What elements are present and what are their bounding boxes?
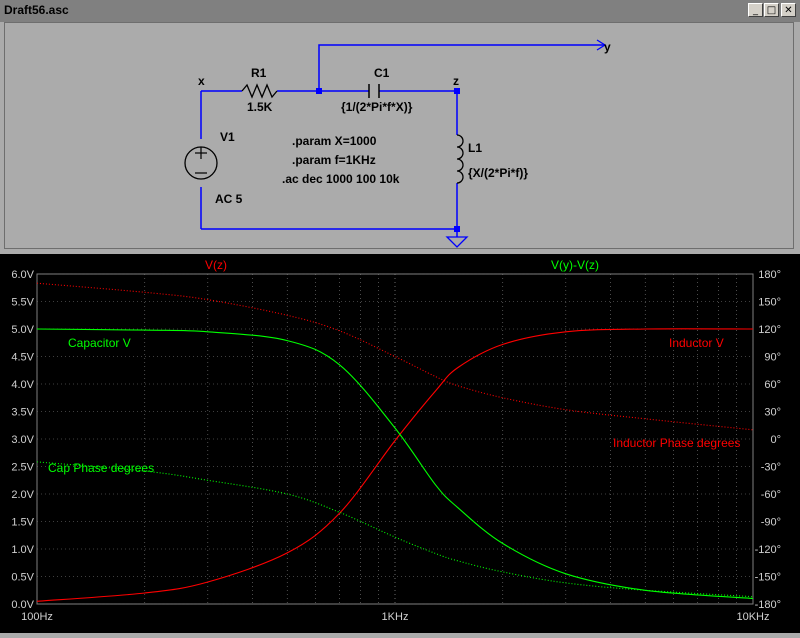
y-tick-label-left: 5.5V (11, 297, 34, 309)
l1-name: L1 (468, 141, 482, 155)
trace-header-vy-vz[interactable]: V(y)-V(z) (551, 258, 599, 272)
inductor-l1[interactable] (456, 134, 464, 184)
y-tick-label-left: 0.0V (11, 599, 34, 611)
net-label-z[interactable]: z (453, 74, 459, 88)
x-tick-label: 10KHz (736, 611, 769, 623)
v1-value[interactable]: AC 5 (215, 192, 243, 206)
y-tick-label-left: 6.0V (11, 269, 34, 281)
y-tick-label-left: 0.5V (11, 572, 34, 584)
y-tick-label-left: 5.0V (11, 324, 34, 336)
y-tick-label-left: 2.0V (11, 489, 34, 501)
annotation-cap-phase: Cap Phase degrees (48, 461, 154, 475)
y-tick-label-right: -90° (761, 517, 781, 529)
schematic-canvas[interactable]: x y z R1 1.5K C1 {1/(2*Pi*f*X)} L1 {X/(2… (5, 23, 795, 250)
y-tick-label-left: 4.5V (11, 352, 34, 364)
resistor-r1[interactable] (241, 83, 278, 99)
trace-header-vz[interactable]: V(z) (205, 258, 227, 272)
directive-param-f[interactable]: .param f=1KHz (292, 153, 376, 167)
y-tick-label-right: -30° (761, 462, 781, 474)
window-title: Draft56.asc (4, 3, 69, 17)
annotation-capacitor-v: Capacitor V (68, 336, 131, 350)
y-tick-label-right: 150° (758, 297, 781, 309)
c1-name: C1 (374, 66, 390, 80)
waveform-viewer[interactable]: 6.0V 180° 5.5V 150° 5.0V 120° 4.5V 90° 4.0V 60° 3.… (0, 254, 800, 633)
r1-value[interactable]: 1.5K (247, 100, 273, 114)
y-tick-label-right: -150° (755, 572, 781, 584)
junction-dot (316, 88, 322, 94)
junction-dot (454, 226, 460, 232)
net-label-y[interactable]: y (604, 40, 611, 54)
close-button[interactable]: ✕ (781, 3, 796, 17)
window-titlebar[interactable]: Draft56.asc _ □ ✕ (0, 0, 800, 22)
y-tick-label-left: 1.0V (11, 544, 34, 556)
minimize-button[interactable]: _ (748, 3, 763, 17)
y-tick-label-left: 3.5V (11, 407, 34, 419)
y-tick-label-right: 60° (764, 379, 781, 391)
v1-name: V1 (220, 130, 235, 144)
y-tick-label-left: 4.0V (11, 379, 34, 391)
l1-value[interactable]: {X/(2*Pi*f)} (468, 166, 528, 180)
capacitor-c1[interactable] (368, 84, 380, 98)
ground-icon (445, 236, 469, 248)
y-tick-label-right: -120° (755, 544, 781, 556)
r1-name: R1 (251, 66, 267, 80)
schematic-editor[interactable]: x y z R1 1.5K C1 {1/(2*Pi*f*X)} L1 {X/(2… (4, 22, 794, 249)
y-tick-label-right: 0° (770, 434, 781, 446)
y-tick-label-right: -180° (755, 599, 781, 611)
waveform-plot[interactable]: 6.0V 180° 5.5V 150° 5.0V 120° 4.5V 90° 4.0V 60° 3.… (0, 254, 800, 633)
annotation-inductor-v: Inductor V (669, 336, 724, 350)
y-tick-label-left: 2.5V (11, 462, 34, 474)
x-tick-label: 100Hz (21, 611, 53, 623)
c1-value[interactable]: {1/(2*Pi*f*X)} (341, 100, 413, 114)
directive-param-x[interactable]: .param X=1000 (292, 134, 377, 148)
voltage-source-v1[interactable] (184, 146, 218, 180)
y-tick-label-right: 180° (758, 269, 781, 281)
y-tick-label-right: 120° (758, 324, 781, 336)
junction-dot (454, 88, 460, 94)
annotation-inductor-phase: Inductor Phase degrees (613, 436, 740, 450)
y-tick-label-left: 3.0V (11, 434, 34, 446)
restore-button[interactable]: □ (764, 3, 779, 17)
wire-y (318, 44, 605, 91)
y-tick-label-right: 90° (764, 352, 781, 364)
y-tick-label-right: -60° (761, 489, 781, 501)
directive-ac[interactable]: .ac dec 1000 100 10k (282, 172, 400, 186)
x-tick-label: 1KHz (382, 611, 409, 623)
y-tick-label-left: 1.5V (11, 517, 34, 529)
y-tick-label-right: 30° (764, 407, 781, 419)
net-label-x[interactable]: x (198, 74, 205, 88)
